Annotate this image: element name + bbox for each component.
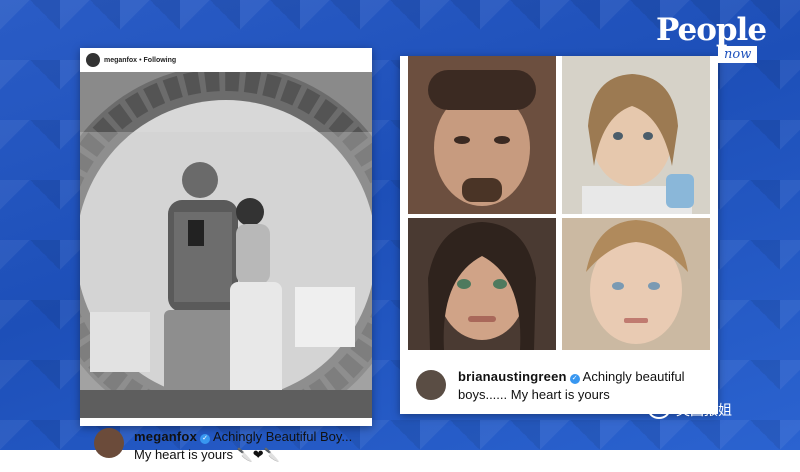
brianaustingreen-post-card: brianaustingreen ✓ Achingly beautiful boys…	[400, 56, 718, 414]
post-caption: meganfox ✓ Achingly Beautiful Boy... My he…	[80, 416, 372, 472]
wechat-icon	[648, 401, 670, 419]
people-now-logo: People now	[656, 12, 776, 70]
post-header: meganfox • Following	[80, 48, 372, 72]
meganfox-post-card: meganfox • Following meganfox ✓ Achingly…	[80, 48, 372, 462]
caption-text: brianaustingreen ✓ Achingly beautiful boys…	[458, 368, 712, 404]
meganfox-avatar[interactable]	[94, 428, 124, 458]
verified-badge-icon: ✓	[200, 434, 211, 444]
wechat-watermark: 英国报姐	[648, 400, 732, 420]
caption-username[interactable]: meganfox	[134, 429, 197, 444]
following-button[interactable]: Following	[144, 57, 177, 64]
post-header-separator: •	[139, 56, 142, 64]
meganfox-avatar-small[interactable]	[86, 53, 100, 67]
watermark-text: 英国报姐	[676, 402, 732, 418]
portrait-bottom-right	[562, 218, 710, 350]
post-header-username[interactable]: meganfox	[104, 57, 137, 64]
portrait-bottom-left	[408, 218, 556, 350]
caption-text: meganfox ✓ Achingly Beautiful Boy... My he…	[134, 428, 364, 464]
four-portraits-collage	[408, 56, 710, 350]
portrait-top-right	[562, 56, 710, 214]
mirror-selfie-photo	[80, 72, 372, 418]
people-wordmark: People	[656, 12, 767, 48]
brianaustingreen-avatar[interactable]	[416, 370, 446, 400]
portrait-top-left	[408, 56, 556, 214]
now-wordmark: now	[718, 46, 758, 63]
verified-badge-icon: ✓	[569, 374, 580, 384]
caption-username[interactable]: brianaustingreen	[458, 369, 567, 384]
